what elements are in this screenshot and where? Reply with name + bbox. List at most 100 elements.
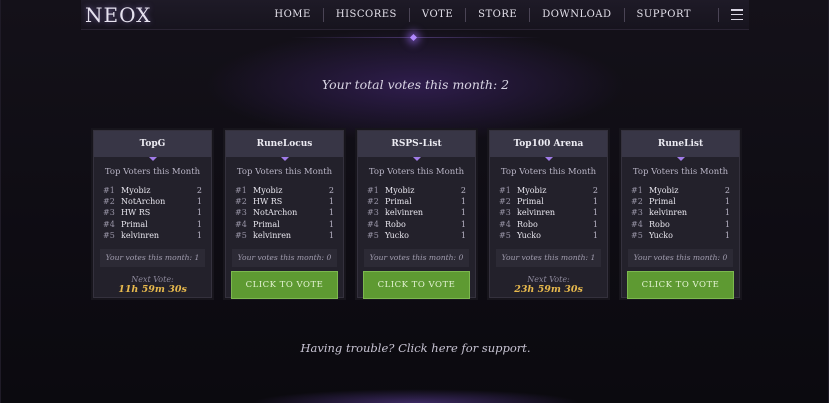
voter-name: Myobiz (517, 186, 547, 195)
voter-rank: #1 (367, 186, 379, 195)
logo[interactable]: NEOX (85, 2, 151, 28)
voter-count: 1 (724, 230, 730, 240)
voter-name: Myobiz (385, 186, 415, 195)
vote-button[interactable]: CLICK TO VOTE (363, 270, 470, 299)
list-item: #1 Myobiz 2 (499, 185, 598, 196)
list-item: #4 Robo 1 (631, 219, 730, 230)
list-item: #4 Robo 1 (367, 219, 466, 230)
navbar: NEOX HOME HISCORES VOTE STORE DOWNLOAD S… (81, 0, 749, 30)
caret-down-icon (412, 157, 421, 161)
list-item: #5 Yucko 1 (631, 230, 730, 241)
list-item: #3 kelvinren 1 (499, 207, 598, 218)
voter-count: 1 (196, 197, 202, 207)
card-title: RuneList (622, 131, 739, 157)
voter-rank: #3 (499, 208, 511, 218)
next-vote-label: Next Vote: (527, 274, 570, 284)
voter-name: Robo (385, 219, 406, 229)
voter-count: 1 (460, 230, 466, 240)
bottom-glow (251, 389, 581, 403)
voter-count: 1 (328, 230, 334, 240)
voter-count: 2 (460, 186, 466, 195)
voter-name: Primal (121, 219, 148, 229)
caret-down-icon (676, 157, 685, 161)
card-subtitle: Top Voters this Month (632, 167, 729, 177)
vote-card: Top100 Arena Top Voters this Month #1 Myo… (489, 130, 608, 298)
voter-rank: #2 (367, 197, 379, 207)
voter-rank: #4 (367, 219, 379, 229)
voter-count: 1 (328, 208, 334, 218)
voter-name: kelvinren (121, 230, 160, 240)
list-item: #2 NotArchon 1 (103, 196, 202, 207)
voter-count: 1 (328, 197, 334, 207)
voter-rank: #5 (103, 230, 115, 240)
caret-down-icon (148, 157, 157, 161)
page: NEOX HOME HISCORES VOTE STORE DOWNLOAD S… (0, 0, 829, 403)
voter-rank: #2 (499, 197, 511, 207)
voter-name: Robo (517, 219, 538, 229)
voter-name: Yucko (517, 230, 541, 240)
total-votes-heading: Your total votes this month: 2 (321, 77, 510, 92)
list-item: #1 Myobiz 2 (631, 185, 730, 196)
voter-rank: #1 (235, 186, 247, 195)
nav-vote[interactable]: VOTE (408, 8, 465, 22)
top-voters-list: #1 Myobiz 2 #2 Primal 1 #3 kelvinren 1 #… (367, 185, 466, 241)
list-item: #5 kelvinren 1 (235, 230, 334, 241)
nav-store[interactable]: STORE (465, 8, 529, 22)
voter-name: Yucko (385, 230, 409, 240)
caret-down-icon (544, 157, 553, 161)
list-item: #1 Myobiz 2 (103, 185, 202, 196)
list-item: #4 Robo 1 (499, 219, 598, 230)
next-vote-label: Next Vote: (131, 274, 174, 284)
nav-support[interactable]: SUPPORT (623, 8, 703, 22)
voter-rank: #2 (631, 197, 643, 207)
list-item: #3 kelvinren 1 (367, 207, 466, 218)
voter-count: 1 (460, 197, 466, 207)
voter-name: kelvinren (253, 230, 292, 240)
voter-name: Myobiz (649, 186, 679, 195)
voter-count: 1 (592, 208, 598, 218)
diamond-ornament-icon (409, 33, 418, 42)
voter-rank: #3 (631, 208, 643, 218)
your-votes: Your votes this month: 0 (232, 248, 337, 267)
voter-rank: #5 (367, 230, 379, 240)
card-title: Top100 Arena (490, 131, 607, 157)
list-item: #4 Primal 1 (103, 219, 202, 230)
next-vote: Next Vote: 23h 59m 30s (490, 275, 607, 296)
nav-download[interactable]: DOWNLOAD (529, 8, 623, 22)
top-voters-list: #1 Myobiz 2 #2 HW RS 1 #3 NotArchon 1 #4… (235, 185, 334, 241)
your-votes: Your votes this month: 0 (364, 248, 469, 267)
voter-name: Primal (385, 197, 412, 207)
list-item: #2 HW RS 1 (235, 196, 334, 207)
list-item: #1 Myobiz 2 (367, 185, 466, 196)
vote-card: RuneLocus Top Voters this Month #1 Myobiz… (225, 130, 344, 299)
voter-name: HW RS (121, 208, 151, 218)
voter-count: 1 (724, 197, 730, 207)
card-title: RSPS-List (358, 131, 475, 157)
list-item: #3 kelvinren 1 (631, 207, 730, 218)
list-item: #3 HW RS 1 (103, 207, 202, 218)
hamburger-menu-icon[interactable] (731, 9, 743, 20)
main-nav: HOME HISCORES VOTE STORE DOWNLOAD SUPPOR… (262, 0, 703, 30)
voter-rank: #4 (499, 219, 511, 229)
voter-rank: #3 (235, 208, 247, 218)
voter-name: kelvinren (517, 208, 556, 218)
support-link[interactable]: Having trouble? Click here for support. (1, 341, 829, 355)
voter-rank: #4 (103, 219, 115, 229)
voter-rank: #2 (235, 197, 247, 207)
top-voters-list: #1 Myobiz 2 #2 Primal 1 #3 kelvinren 1 #… (499, 185, 598, 241)
vote-button[interactable]: CLICK TO VOTE (627, 270, 734, 299)
voter-name: Myobiz (121, 186, 151, 195)
voter-name: Yucko (649, 230, 673, 240)
list-item: #1 Myobiz 2 (235, 185, 334, 196)
vote-button[interactable]: CLICK TO VOTE (231, 270, 338, 299)
nav-home[interactable]: HOME (262, 8, 322, 22)
card-title: TopG (94, 131, 211, 157)
voter-rank: #4 (235, 219, 247, 229)
voter-rank: #5 (499, 230, 511, 240)
list-item: #5 Yucko 1 (367, 230, 466, 241)
voter-count: 1 (592, 219, 598, 229)
next-vote-timer: 23h 59m 30s (514, 283, 583, 295)
nav-hiscores[interactable]: HISCORES (322, 8, 409, 22)
voter-rank: #2 (103, 197, 115, 207)
next-vote: Next Vote: 11h 59m 30s (94, 275, 211, 296)
